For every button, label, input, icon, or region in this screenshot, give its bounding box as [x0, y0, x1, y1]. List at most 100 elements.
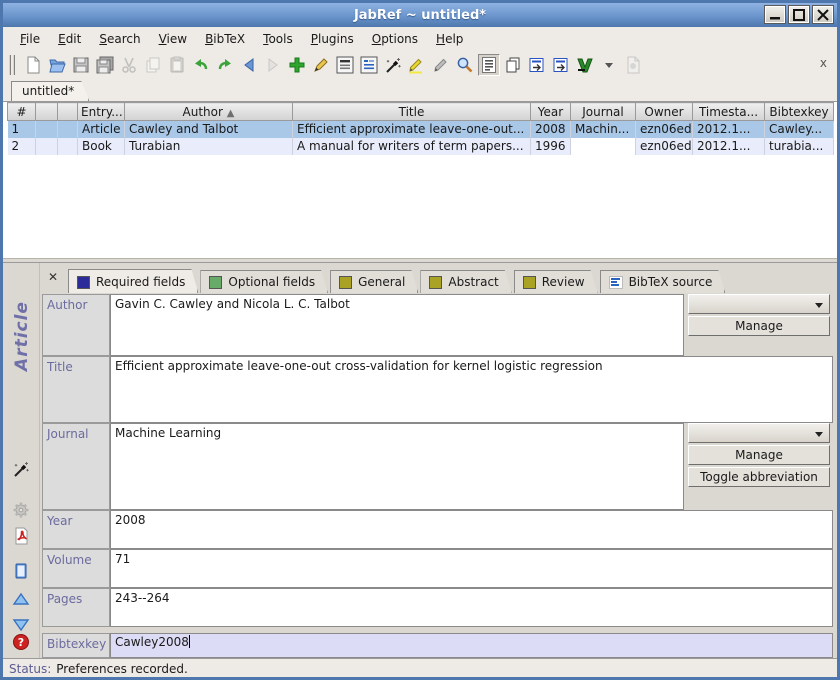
toolbar-drag-handle[interactable] [9, 55, 15, 75]
tab-review[interactable]: Review [514, 270, 598, 293]
push-to-editor-icon[interactable] [550, 54, 572, 76]
push-to-lyx-icon[interactable] [574, 54, 596, 76]
volume-field-row: Volume 71 [42, 549, 833, 588]
menu-help[interactable]: Help [427, 29, 472, 49]
save-database-icon[interactable] [70, 54, 92, 76]
col-timestamp[interactable]: Timesta... [693, 103, 765, 121]
bibtexkey-input[interactable]: Cawley2008 [110, 633, 833, 658]
menu-edit[interactable]: Edit [49, 29, 90, 49]
menu-view[interactable]: View [150, 29, 196, 49]
menu-bibtex[interactable]: BibTeX [196, 29, 254, 49]
source-icon [609, 276, 623, 289]
volume-input[interactable]: 71 [110, 549, 833, 588]
move-up-icon[interactable] [11, 590, 31, 610]
generate-key-wand-icon[interactable] [11, 459, 31, 479]
col-entrytype[interactable]: Entry... [78, 103, 125, 121]
toggle-abbreviation-button[interactable]: Toggle abbreviation [688, 467, 830, 487]
help-icon[interactable]: ? [11, 632, 31, 652]
toolbar: x [3, 51, 837, 79]
entry-table-area: # Entry... Author ▲ Title Year Journal O… [3, 101, 837, 258]
status-message: Preferences recorded. [56, 662, 188, 676]
author-manage-button[interactable]: Manage [688, 316, 830, 336]
tab-abstract[interactable]: Abstract [420, 270, 511, 293]
back-icon[interactable] [238, 54, 260, 76]
redo-icon[interactable] [214, 54, 236, 76]
table-row[interactable]: 2 Book Turabian A manual for writers of … [8, 138, 834, 155]
journal-dropdown[interactable] [688, 423, 830, 443]
col-bibtexkey[interactable]: Bibtexkey [765, 103, 834, 121]
journal-label: Journal [42, 423, 110, 510]
menu-file[interactable]: File [11, 29, 49, 49]
mark-entries-icon[interactable] [406, 54, 428, 76]
pdf-icon[interactable] [11, 526, 31, 546]
tab-bibtex-source[interactable]: BibTeX source [600, 270, 726, 293]
year-input[interactable]: 2008 [110, 510, 833, 549]
unmark-entries-icon[interactable] [430, 54, 452, 76]
window-controls [764, 5, 834, 24]
author-label: Author [42, 294, 110, 356]
push-dropdown-icon[interactable] [598, 54, 620, 76]
edit-entry-icon[interactable] [310, 54, 332, 76]
open-office-icon[interactable] [622, 54, 644, 76]
col-year[interactable]: Year [531, 103, 571, 121]
cut-icon[interactable] [118, 54, 140, 76]
journal-manage-button[interactable]: Manage [688, 445, 830, 465]
paste-icon[interactable] [166, 54, 188, 76]
database-tab-untitled[interactable]: untitled* [11, 81, 89, 101]
pages-input[interactable]: 243--264 [110, 588, 833, 627]
journal-input[interactable]: Machine Learning [110, 423, 684, 510]
author-name-format-dropdown[interactable] [688, 294, 830, 314]
cleanup-entries-icon[interactable] [382, 54, 404, 76]
search-icon[interactable] [454, 54, 476, 76]
document-icon[interactable] [11, 561, 31, 581]
open-database-icon[interactable] [46, 54, 68, 76]
pages-field-row: Pages 243--264 [42, 588, 833, 627]
copy-icon[interactable] [142, 54, 164, 76]
menu-tools[interactable]: Tools [254, 29, 302, 49]
col-title[interactable]: Title [293, 103, 531, 121]
toolbar-close-x-icon[interactable]: x [820, 57, 827, 69]
close-button[interactable] [812, 5, 834, 24]
col-journal[interactable]: Journal [571, 103, 636, 121]
copy-citation-icon[interactable] [502, 54, 524, 76]
settings-gear-icon[interactable] [11, 500, 31, 520]
col-marker2[interactable] [58, 103, 78, 121]
editor-side-rail: Article ? [3, 263, 40, 658]
text-caret [189, 635, 190, 648]
year-field-row: Year 2008 [42, 510, 833, 549]
tab-general[interactable]: General [330, 270, 418, 293]
preview-icon[interactable] [334, 54, 356, 76]
svg-text:?: ? [18, 636, 24, 649]
move-down-icon[interactable] [11, 614, 31, 634]
author-field-row: Author Gavin C. Cawley and Nicola L. C. … [42, 294, 833, 356]
col-owner[interactable]: Owner [636, 103, 693, 121]
title-input[interactable]: Efficient approximate leave-one-out cros… [110, 356, 833, 423]
menu-search[interactable]: Search [90, 29, 149, 49]
forward-icon[interactable] [262, 54, 284, 76]
required-fields-icon [77, 276, 90, 289]
new-database-icon[interactable] [22, 54, 44, 76]
edit-strings-icon[interactable] [358, 54, 380, 76]
minimize-icon [769, 9, 781, 21]
entry-editor: Article ? [3, 262, 837, 658]
toggle-search-panel-icon[interactable] [478, 54, 500, 76]
col-number[interactable]: # [8, 103, 36, 121]
new-entry-icon[interactable] [286, 54, 308, 76]
entry-type-label: Article [5, 271, 39, 401]
undo-icon[interactable] [190, 54, 212, 76]
col-marker1[interactable] [36, 103, 58, 121]
minimize-button[interactable] [764, 5, 786, 24]
col-author[interactable]: Author ▲ [125, 103, 293, 121]
save-all-icon[interactable] [94, 54, 116, 76]
menu-options[interactable]: Options [363, 29, 427, 49]
author-input[interactable]: Gavin C. Cawley and Nicola L. C. Talbot [110, 294, 684, 356]
tab-required-fields[interactable]: Required fields [68, 269, 198, 293]
close-icon [817, 9, 829, 21]
menu-plugins[interactable]: Plugins [302, 29, 363, 49]
editor-close-icon[interactable]: ✕ [42, 267, 64, 287]
push-to-application-icon[interactable] [526, 54, 548, 76]
table-row[interactable]: 1 Article Cawley and Talbot Efficient ap… [8, 121, 834, 138]
year-label: Year [42, 510, 110, 549]
tab-optional-fields[interactable]: Optional fields [200, 270, 328, 293]
maximize-button[interactable] [788, 5, 810, 24]
